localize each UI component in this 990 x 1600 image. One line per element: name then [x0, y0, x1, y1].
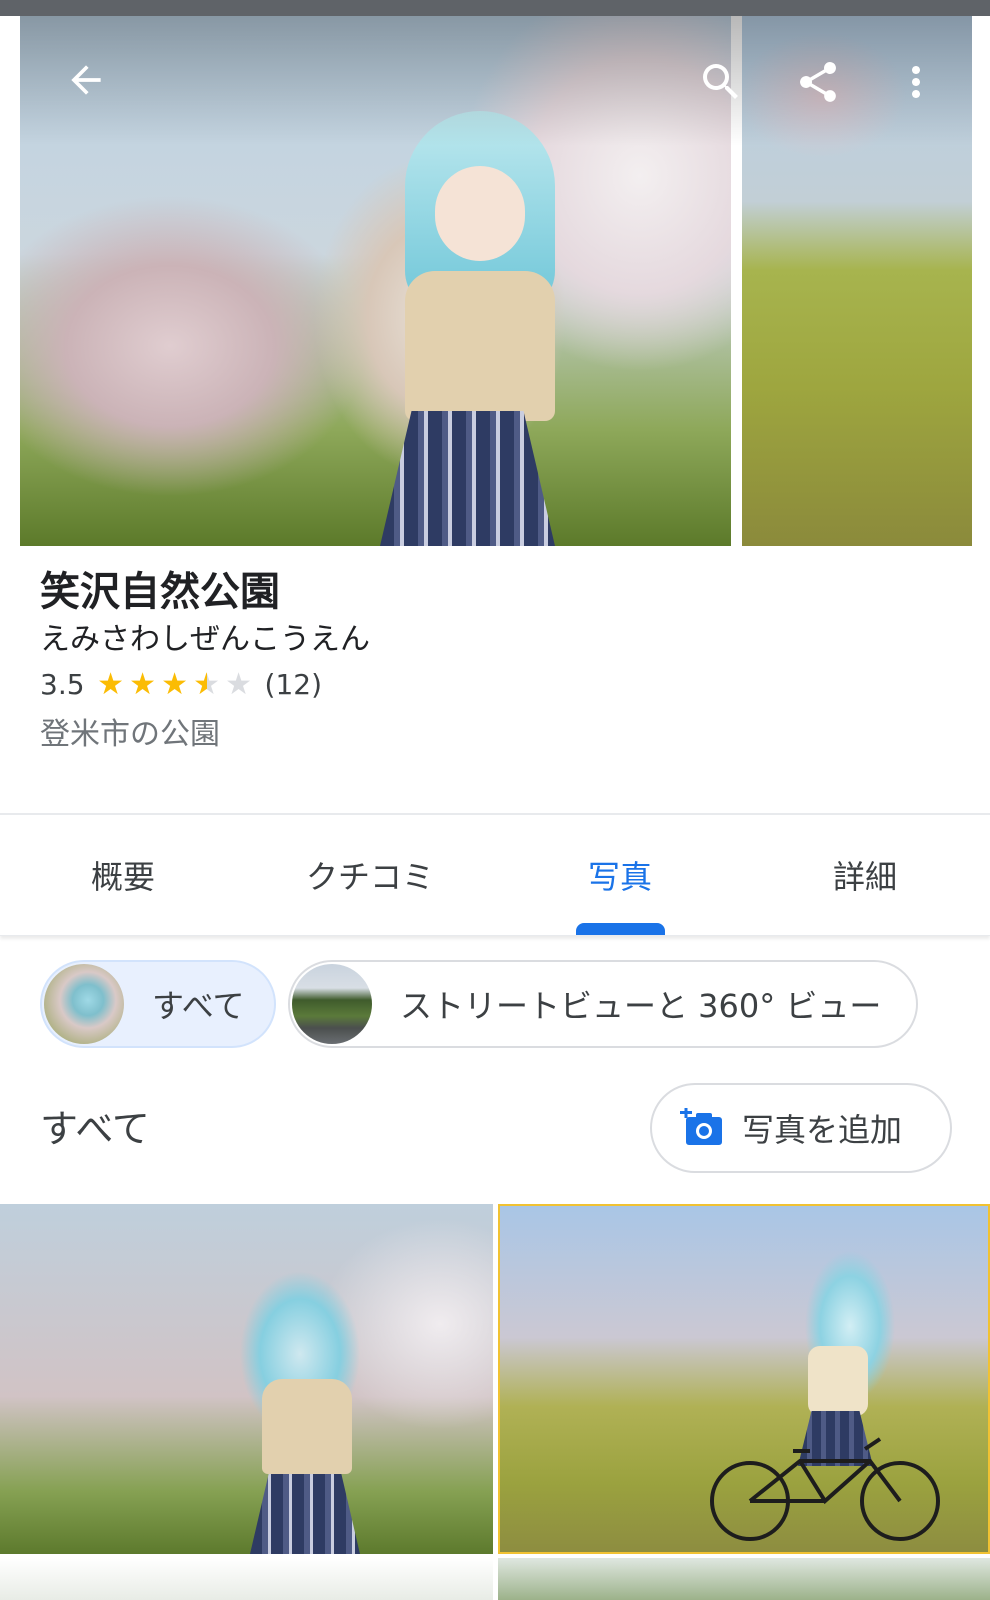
photo-subject-vest — [405, 271, 555, 421]
photo-subject-face — [435, 166, 525, 261]
tab-label: 詳細 — [832, 858, 897, 896]
add-photo-label: 写真を追加 — [742, 1111, 903, 1149]
tab-reviews[interactable]: クチコミ — [285, 815, 455, 935]
photo-subject-vest — [262, 1379, 352, 1474]
hero-photo-carousel[interactable] — [0, 16, 990, 546]
photo-thumbnail[interactable] — [498, 1204, 990, 1554]
photo-subject-vest — [808, 1346, 868, 1416]
star-icon: ★ — [129, 666, 156, 702]
add-photo-button[interactable]: 写真を追加 — [650, 1083, 952, 1173]
review-count: (12) — [264, 668, 323, 701]
filter-chip-all[interactable]: すべて — [40, 960, 276, 1048]
place-category: 登米市の公園 — [40, 717, 220, 752]
rating-stars: ★ ★ ★ ★ ★ — [95, 666, 255, 702]
chip-label: ストリートビューと 360° ビュー — [400, 987, 882, 1025]
add-photo-camera-icon — [680, 1108, 724, 1148]
tab-overview[interactable]: 概要 — [48, 815, 198, 935]
chip-thumbnail — [44, 964, 124, 1044]
chip-label: すべて — [152, 987, 245, 1025]
chip-thumbnail — [292, 964, 372, 1044]
place-tabs: 概要 クチコミ 写真 詳細 — [0, 813, 990, 936]
star-empty-icon: ★ — [225, 666, 252, 702]
tab-label: 写真 — [587, 858, 652, 896]
bicycle-illustration — [710, 1437, 940, 1541]
tab-photos[interactable]: 写真 — [545, 815, 695, 935]
photo-thumbnail[interactable] — [0, 1204, 493, 1554]
star-half-icon: ★ — [191, 668, 223, 701]
tab-label: 概要 — [90, 858, 155, 896]
share-icon[interactable] — [792, 56, 844, 108]
photos-section-title: すべて — [40, 1107, 150, 1151]
photo-subject-skirt — [250, 1469, 360, 1554]
star-icon: ★ — [97, 666, 124, 702]
photo-subject-skirt — [380, 411, 555, 546]
more-vert-icon[interactable] — [890, 56, 942, 108]
place-info: 笑沢自然公園 えみさわしぜんこうえん 3.5 ★ ★ ★ ★ ★ (12) 登米… — [40, 568, 940, 753]
place-name: 笑沢自然公園 — [40, 569, 280, 615]
tab-details[interactable]: 詳細 — [790, 815, 940, 935]
rating-row[interactable]: 3.5 ★ ★ ★ ★ ★ (12) — [40, 668, 940, 701]
status-bar-strip — [0, 0, 990, 16]
tab-label: クチコミ — [305, 858, 434, 896]
photo-thumbnail[interactable] — [498, 1558, 990, 1600]
search-icon[interactable] — [695, 56, 747, 108]
rating-value: 3.5 — [40, 668, 85, 701]
back-arrow-icon[interactable] — [62, 56, 110, 104]
star-icon: ★ — [161, 666, 188, 702]
place-reading: えみさわしぜんこうえん — [40, 622, 370, 657]
tab-active-indicator — [576, 923, 665, 935]
filter-chip-street-view[interactable]: ストリートビューと 360° ビュー — [288, 960, 918, 1048]
photo-thumbnail[interactable] — [0, 1558, 493, 1600]
